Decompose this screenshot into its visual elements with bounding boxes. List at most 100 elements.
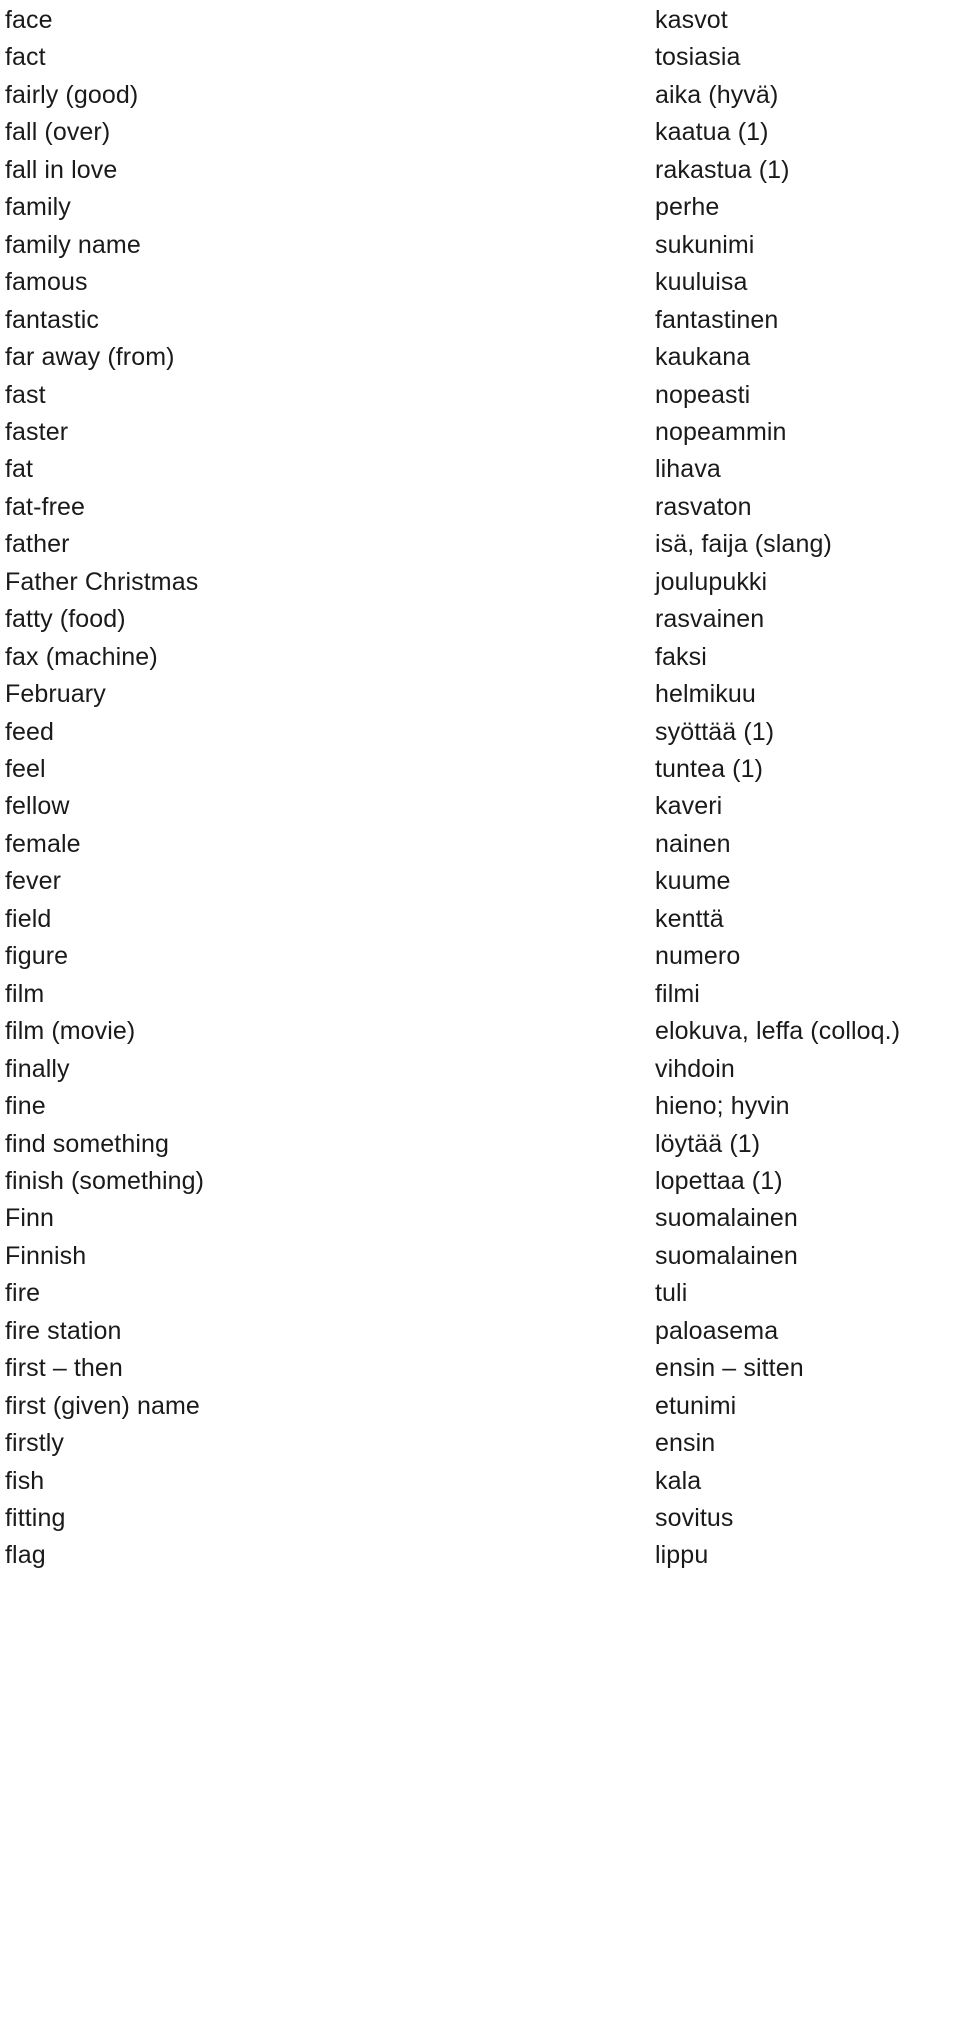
finnish-translation: löytää (1) <box>655 1129 761 1158</box>
finnish-translation: vihdoin <box>655 1054 735 1083</box>
finnish-translation: kuuluisa <box>655 268 748 297</box>
vocabulary-row: fever kuume <box>0 866 960 903</box>
finnish-translation: faksi <box>655 642 707 671</box>
english-term: finish (something) <box>5 1166 205 1195</box>
finnish-translation: rakastua (1) <box>655 155 790 184</box>
vocabulary-row: finally vihdoin <box>0 1054 960 1091</box>
english-term: fairly (good) <box>5 80 139 109</box>
vocabulary-list: face kasvot fact tosiasia fairly (good) aika … <box>0 0 960 2021</box>
english-term: fast <box>5 380 46 409</box>
finnish-translation: numero <box>655 942 741 971</box>
vocabulary-row: fall (over) kaatua (1) <box>0 117 960 154</box>
finnish-translation: tosiasia <box>655 43 741 72</box>
vocabulary-row: fine hieno; hyvin <box>0 1091 960 1128</box>
finnish-translation: nainen <box>655 829 731 858</box>
finnish-translation: joulupukki <box>655 567 768 596</box>
english-term: fat-free <box>5 492 85 521</box>
english-term: find something <box>5 1129 169 1158</box>
finnish-translation: sovitus <box>655 1504 734 1532</box>
english-term: firstly <box>5 1429 65 1458</box>
english-term: fire station <box>5 1316 122 1345</box>
english-term: feel <box>5 755 46 783</box>
finnish-translation: elokuva, leffa (colloq.) <box>655 1017 901 1046</box>
vocabulary-row: flag lippu <box>0 1540 960 1577</box>
vocabulary-row: February helmikuu <box>0 679 960 716</box>
finnish-translation: lihava <box>655 455 721 484</box>
finnish-translation: kaukana <box>655 343 751 372</box>
vocabulary-row: family name sukunimi <box>0 230 960 267</box>
finnish-translation: lippu <box>655 1541 709 1570</box>
finnish-translation: kuume <box>655 867 731 896</box>
vocabulary-row: field kenttä <box>0 904 960 941</box>
english-term: fax (machine) <box>5 642 158 671</box>
vocabulary-row: famous kuuluisa <box>0 267 960 304</box>
english-term: fire <box>5 1279 41 1308</box>
english-term: film <box>5 979 45 1008</box>
finnish-translation: rasvainen <box>655 605 765 634</box>
vocabulary-row: female nainen <box>0 829 960 866</box>
vocabulary-row: finish (something) lopettaa (1) <box>0 1166 960 1203</box>
english-term: faster <box>5 417 69 446</box>
vocabulary-row: first (given) name etunimi <box>0 1391 960 1428</box>
english-term: first – then <box>5 1354 123 1383</box>
english-term: finally <box>5 1054 70 1083</box>
english-term: fine <box>5 1092 46 1121</box>
vocabulary-row: Finn suomalainen <box>0 1203 960 1240</box>
vocabulary-row: fitting sovitus <box>0 1503 960 1540</box>
vocabulary-row: fellow kaveri <box>0 791 960 828</box>
english-term: Finn <box>5 1204 55 1233</box>
english-term: feed <box>5 717 55 746</box>
finnish-translation: suomalainen <box>655 1204 798 1233</box>
finnish-translation: isä, faija (slang) <box>655 530 832 559</box>
english-term: female <box>5 829 81 858</box>
finnish-translation: filmi <box>655 979 700 1008</box>
english-term: field <box>5 904 52 933</box>
english-term: first (given) name <box>5 1391 200 1420</box>
english-term: fatty (food) <box>5 605 126 634</box>
finnish-translation: syöttää (1) <box>655 717 775 746</box>
english-term: fish <box>5 1466 45 1495</box>
finnish-translation: ensin <box>655 1429 716 1458</box>
finnish-translation: sukunimi <box>655 230 755 259</box>
vocabulary-row: figure numero <box>0 941 960 978</box>
vocabulary-row: film filmi <box>0 979 960 1016</box>
vocabulary-row: Finnish suomalainen <box>0 1241 960 1278</box>
vocabulary-row: fatty (food) rasvainen <box>0 604 960 641</box>
english-term: famous <box>5 268 88 297</box>
english-term: fever <box>5 867 62 896</box>
vocabulary-row: family perhe <box>0 192 960 229</box>
finnish-translation: kaveri <box>655 792 723 821</box>
vocabulary-row: fat lihava <box>0 454 960 491</box>
english-term: figure <box>5 942 69 971</box>
vocabulary-row: fall in love rakastua (1) <box>0 155 960 192</box>
vocabulary-row: fat-free rasvaton <box>0 492 960 529</box>
finnish-translation: paloasema <box>655 1316 779 1345</box>
vocabulary-row: fax (machine) faksi <box>0 642 960 679</box>
vocabulary-row: feel tuntea (1) <box>0 754 960 791</box>
finnish-translation: rasvaton <box>655 492 752 521</box>
vocabulary-row: fire station paloasema <box>0 1316 960 1353</box>
english-term: father <box>5 530 70 559</box>
finnish-translation: aika (hyvä) <box>655 80 779 109</box>
finnish-translation: kasvot <box>655 6 728 34</box>
vocabulary-row: first – then ensin – sitten <box>0 1353 960 1390</box>
finnish-translation: hieno; hyvin <box>655 1092 790 1121</box>
vocabulary-row: firstly ensin <box>0 1428 960 1465</box>
vocabulary-row: face kasvot <box>0 5 960 42</box>
vocabulary-row: feed syöttää (1) <box>0 717 960 754</box>
finnish-translation: suomalainen <box>655 1241 798 1270</box>
finnish-translation: nopeasti <box>655 380 751 409</box>
finnish-translation: kaatua (1) <box>655 118 769 147</box>
finnish-translation: etunimi <box>655 1391 737 1420</box>
vocabulary-row: Father Christmas joulupukki <box>0 567 960 604</box>
vocabulary-row: fire tuli <box>0 1278 960 1315</box>
vocabulary-row: far away (from) kaukana <box>0 342 960 379</box>
english-term: fall in love <box>5 155 118 184</box>
finnish-translation: nopeammin <box>655 417 787 446</box>
english-term: fat <box>5 455 34 484</box>
english-term: fellow <box>5 792 70 821</box>
finnish-translation: lopettaa (1) <box>655 1166 783 1195</box>
vocabulary-row: fact tosiasia <box>0 42 960 79</box>
finnish-translation: kenttä <box>655 904 724 933</box>
english-term: far away (from) <box>5 343 175 372</box>
